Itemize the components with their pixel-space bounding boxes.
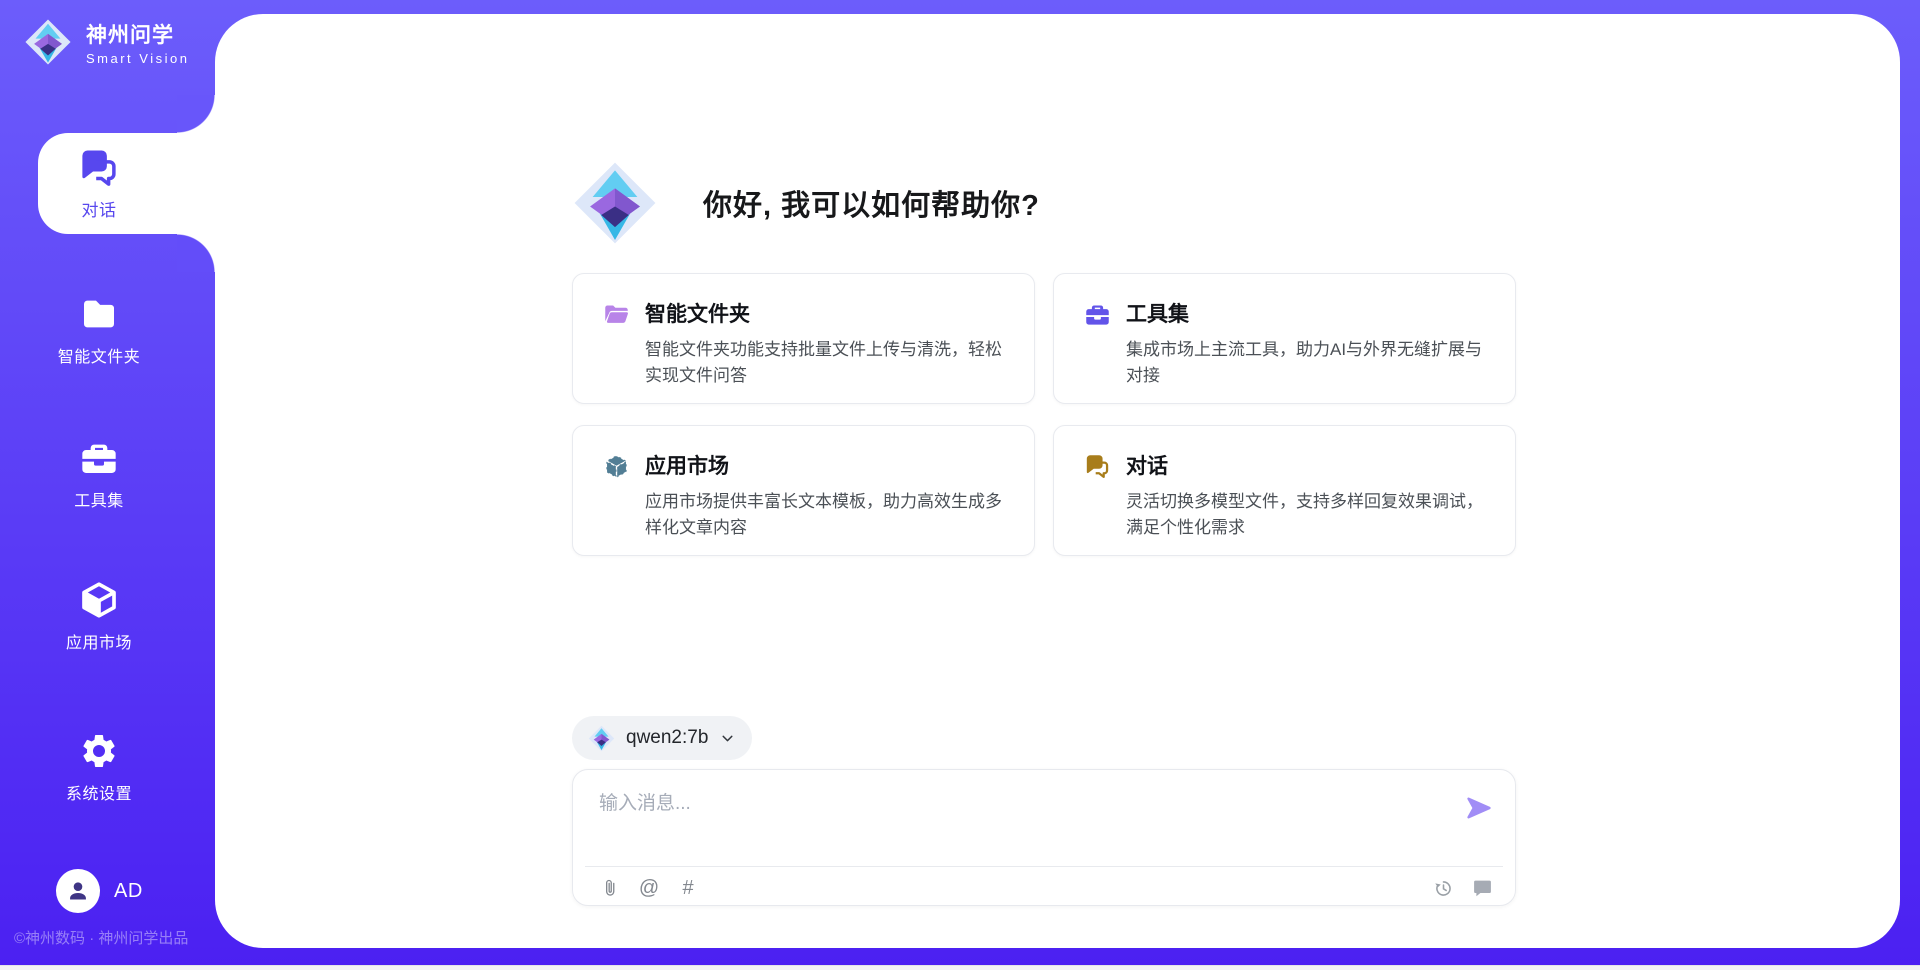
hash-icon: # [682,878,693,898]
message-input[interactable] [599,788,1439,854]
tab-fillet-bottom [177,234,215,272]
chevron-down-icon [719,730,736,747]
history-button[interactable] [1432,877,1454,899]
feature-cards: 智能文件夹 智能文件夹功能支持批量文件上传与清洗，轻松实现文件问答 工具集 集成… [572,273,1516,556]
brand-subtitle: Smart Vision [86,51,189,66]
sidebar-item-label: 应用市场 [66,629,132,653]
chat-icon [1084,453,1111,480]
card-description: 智能文件夹功能支持批量文件上传与清洗，轻松实现文件问答 [645,337,1010,388]
paperclip-icon [600,878,620,898]
topic-button[interactable]: # [677,877,699,899]
card-title: 智能文件夹 [645,298,1010,328]
copyright-text: ©神州数码 · 神州问学出品 [14,927,188,948]
sidebar-item-label: 系统设置 [66,780,132,804]
sidebar-item-market[interactable]: 应用市场 [37,580,161,653]
cube-grid-icon [603,453,630,480]
card-description: 集成市场上主流工具，助力AI与外界无缝扩展与对接 [1126,337,1491,388]
model-selector[interactable]: qwen2:7b [572,716,752,760]
folder-open-icon [603,301,630,328]
greeting-logo-icon [572,160,658,246]
card-app-market[interactable]: 应用市场 应用市场提供丰富长文本模板，助力高效生成多样化文章内容 [572,425,1035,556]
card-chat[interactable]: 对话 灵活切换多模型文件，支持多样回复效果调试，满足个性化需求 [1053,425,1516,556]
user-name: AD [114,880,143,903]
avatar [56,869,100,913]
mention-button[interactable]: @ [638,877,660,899]
folder-icon [79,294,119,334]
greeting: 你好, 我可以如何帮助你? [572,160,1040,246]
app-root: 神州问学 Smart Vision 对话 智能文件夹 工具集 [0,0,1920,970]
card-title: 工具集 [1126,298,1491,328]
briefcase-icon [1084,301,1111,328]
brand: 神州问学 Smart Vision [24,18,189,66]
cube-icon [79,580,119,620]
sidebar-item-chat-active-tab: 对话 [38,133,215,234]
sidebar-item-chat[interactable]: 对话 [38,133,160,234]
model-logo-icon [588,725,615,752]
attach-button[interactable] [599,877,621,899]
briefcase-icon [79,438,119,478]
composer-toolbar: @ # [599,872,1493,904]
model-name: qwen2:7b [626,727,708,749]
sidebar-item-label: 工具集 [74,487,124,511]
user-account[interactable]: AD [56,869,143,913]
sidebar-item-label: 智能文件夹 [58,343,141,367]
person-icon [65,878,91,904]
card-title: 对话 [1126,450,1491,480]
card-description: 灵活切换多模型文件，支持多样回复效果调试，满足个性化需求 [1126,489,1491,540]
card-toolset[interactable]: 工具集 集成市场上主流工具，助力AI与外界无缝扩展与对接 [1053,273,1516,404]
chat-icon [78,147,120,189]
card-title: 应用市场 [645,450,1010,480]
gear-icon [79,731,119,771]
sidebar-item-settings[interactable]: 系统设置 [37,731,161,804]
card-smart-folder[interactable]: 智能文件夹 智能文件夹功能支持批量文件上传与清洗，轻松实现文件问答 [572,273,1035,404]
brand-logo-icon [24,18,72,66]
main-panel: 你好, 我可以如何帮助你? 智能文件夹 智能文件夹功能支持批量文件上传与清洗，轻… [215,14,1900,948]
sidebar-item-tools[interactable]: 工具集 [37,438,161,511]
feedback-button[interactable] [1471,877,1493,899]
chat-bubble-icon [1472,878,1493,899]
card-description: 应用市场提供丰富长文本模板，助力高效生成多样化文章内容 [645,489,1010,540]
composer-divider [585,866,1503,867]
history-icon [1433,878,1454,899]
send-icon[interactable] [1465,794,1493,822]
brand-name: 神州问学 [86,19,189,49]
greeting-title: 你好, 我可以如何帮助你? [703,182,1040,224]
sidebar-item-folders[interactable]: 智能文件夹 [37,294,161,367]
horizontal-scrollbar[interactable] [0,965,1920,970]
sidebar-item-label: 对话 [82,196,117,221]
message-composer: @ # [572,769,1516,906]
at-icon: @ [639,878,659,898]
tab-fillet-top [177,95,215,133]
